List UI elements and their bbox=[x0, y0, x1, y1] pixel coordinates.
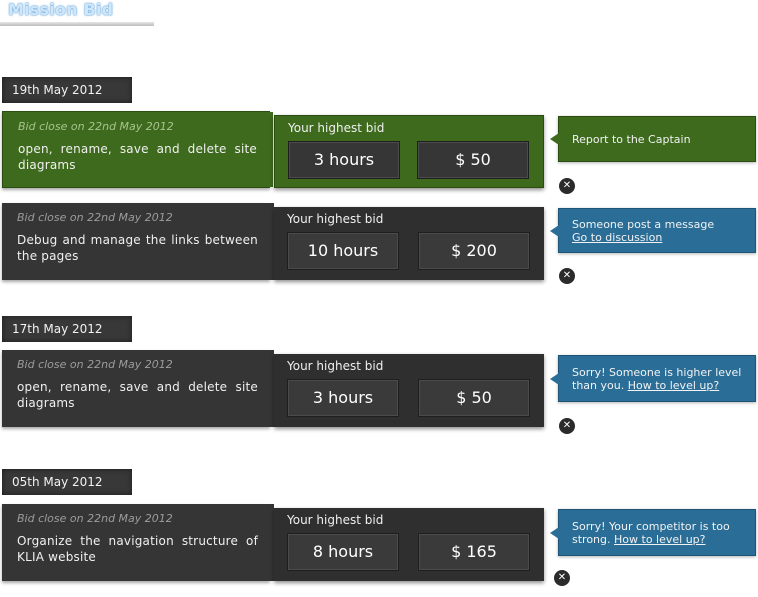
bid-hours[interactable]: 3 hours bbox=[288, 141, 400, 179]
bid-heading: Your highest bid bbox=[287, 359, 384, 373]
task-description: open, rename, save and delete site diagr… bbox=[18, 142, 257, 172]
task-description: open, rename, save and delete site diagr… bbox=[17, 380, 258, 410]
bid-close-date: Bid close on 22nd May 2012 bbox=[17, 358, 173, 371]
status-notice: Report to the Captain bbox=[550, 116, 756, 162]
bid-row: Bid close on 22nd May 2012 open, rename,… bbox=[2, 111, 544, 188]
go-to-discussion-link[interactable]: Go to discussion bbox=[572, 231, 745, 244]
task-card[interactable]: Bid close on 22nd May 2012 open, rename,… bbox=[2, 350, 274, 427]
close-icon[interactable]: ✕ bbox=[554, 570, 570, 586]
page-title: Mission Bid bbox=[8, 0, 114, 19]
bid-row: Bid close on 22nd May 2012 Debug and man… bbox=[2, 203, 544, 280]
bid-amount[interactable]: $ 200 bbox=[418, 232, 530, 270]
task-card[interactable]: Bid close on 22nd May 2012 Debug and man… bbox=[2, 203, 274, 280]
bid-close-date: Bid close on 22nd May 2012 bbox=[18, 120, 174, 133]
date-label: 05th May 2012 bbox=[2, 469, 132, 495]
status-notice: Someone post a message Go to discussion bbox=[550, 208, 756, 253]
task-description: Organize the navigation structure of KLI… bbox=[17, 534, 258, 564]
close-icon[interactable]: ✕ bbox=[559, 268, 575, 284]
bid-row: Bid close on 22nd May 2012 open, rename,… bbox=[2, 350, 544, 427]
bid-heading: Your highest bid bbox=[287, 513, 384, 527]
bid-panel: Your highest bid 8 hours $ 165 bbox=[274, 508, 544, 581]
status-notice: Sorry! Someone is higher level than you.… bbox=[550, 355, 756, 402]
bid-amount[interactable]: $ 50 bbox=[417, 141, 529, 179]
bid-amount[interactable]: $ 50 bbox=[418, 379, 530, 417]
close-icon[interactable]: ✕ bbox=[559, 178, 575, 194]
bid-panel: Your highest bid 3 hours $ 50 bbox=[274, 115, 544, 188]
title-underline bbox=[0, 22, 154, 26]
bid-amount[interactable]: $ 165 bbox=[418, 533, 530, 571]
bid-panel: Your highest bid 10 hours $ 200 bbox=[274, 207, 544, 280]
task-description: Debug and manage the links between the p… bbox=[17, 233, 258, 263]
bid-heading: Your highest bid bbox=[287, 212, 384, 226]
how-to-level-up-link[interactable]: How to level up? bbox=[614, 533, 705, 546]
date-label: 17th May 2012 bbox=[2, 316, 132, 342]
bid-close-date: Bid close on 22nd May 2012 bbox=[17, 512, 173, 525]
date-label: 19th May 2012 bbox=[2, 77, 132, 103]
notice-text: Report to the Captain bbox=[572, 132, 691, 146]
bid-hours[interactable]: 10 hours bbox=[287, 232, 399, 270]
bid-close-date: Bid close on 22nd May 2012 bbox=[17, 211, 173, 224]
notice-text: Someone post a message bbox=[572, 217, 715, 231]
bid-hours[interactable]: 8 hours bbox=[287, 533, 399, 571]
close-icon[interactable]: ✕ bbox=[559, 418, 575, 434]
bid-hours[interactable]: 3 hours bbox=[287, 379, 399, 417]
task-card[interactable]: Bid close on 22nd May 2012 Organize the … bbox=[2, 504, 274, 581]
how-to-level-up-link[interactable]: How to level up? bbox=[628, 379, 719, 392]
status-notice: Sorry! Your competitor is too strong. Ho… bbox=[550, 509, 756, 556]
bid-panel: Your highest bid 3 hours $ 50 bbox=[274, 354, 544, 427]
task-card[interactable]: Bid close on 22nd May 2012 open, rename,… bbox=[2, 111, 273, 188]
bid-heading: Your highest bid bbox=[288, 121, 385, 135]
bid-row: Bid close on 22nd May 2012 Organize the … bbox=[2, 504, 544, 581]
